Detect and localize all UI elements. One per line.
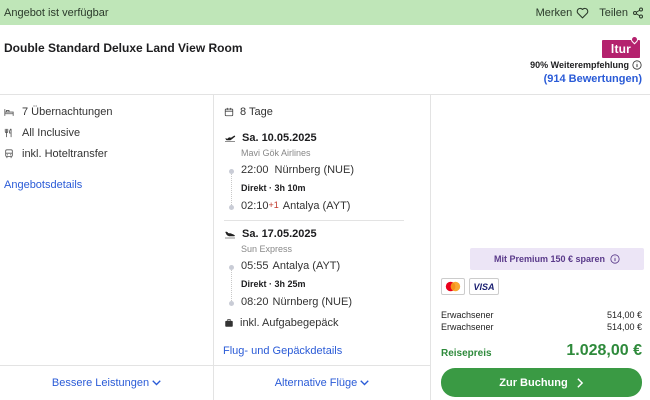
chevron-down-icon — [152, 380, 161, 386]
book-label: Zur Buchung — [499, 376, 568, 389]
save-button[interactable]: Merken — [536, 7, 590, 19]
outbound-arrive-place: Antalya (AYT) — [282, 200, 351, 212]
outbound-arrival: 02:10+1 Antalya (AYT) — [241, 200, 350, 212]
brand-logo: ltur — [602, 34, 640, 58]
inbound-depart-time: 05:55 — [241, 260, 269, 272]
payment-methods: VISA — [441, 278, 499, 295]
save-label: Merken — [535, 6, 573, 19]
passenger-label: Erwachsener — [441, 322, 494, 332]
passenger-price-row: Erwachsener 514,00 € — [441, 310, 642, 320]
flight-details-link[interactable]: Flug- und Gepäckdetails — [223, 345, 342, 357]
offer-header: Double Standard Deluxe Land View Room lt… — [0, 25, 650, 95]
timeline-dot — [229, 169, 234, 174]
outbound-departure: 22:00 Nürnberg (NUE) — [241, 164, 354, 176]
outbound-airline: Mavi Gök Airlines — [241, 148, 311, 158]
timeline-dot — [229, 301, 234, 306]
inbound-date: Sa. 17.05.2025 — [242, 228, 317, 240]
better-services-label: Bessere Leistungen — [51, 377, 150, 389]
outbound-direct: Direkt · 3h 10m — [241, 183, 306, 193]
feature-nights: 7 Übernachtungen — [4, 106, 113, 118]
total-label: Reisepreis — [441, 348, 492, 359]
bus-icon — [5, 149, 13, 159]
flight-info: 8 Tage Sa. 10.05.2025 Mavi Gök Airlines … — [214, 95, 431, 365]
luggage-info: inkl. Aufgabegepäck — [224, 317, 338, 329]
inbound-timeline — [231, 267, 232, 303]
feature-label: inkl. Hoteltransfer — [22, 148, 108, 160]
passenger-price: 514,00 € — [606, 310, 642, 320]
bed-icon — [4, 108, 14, 116]
total-price: 1.028,00 € — [566, 342, 642, 359]
inbound-arrive-time: 08:20 — [241, 296, 269, 308]
inbound-direct: Direkt · 3h 25m — [241, 279, 306, 289]
feature-label: All Inclusive — [22, 127, 81, 139]
passenger-label: Erwachsener — [441, 310, 494, 320]
calendar-icon — [224, 107, 234, 117]
share-icon — [633, 7, 643, 18]
recommendation-rate: 90% Weiterempfehlung — [530, 60, 642, 70]
mastercard-icon — [441, 278, 465, 295]
inbound-departure: 05:55 Antalya (AYT) — [241, 260, 340, 272]
outbound-date: Sa. 10.05.2025 — [242, 132, 317, 144]
inbound-depart-place: Antalya (AYT) — [272, 260, 341, 272]
timeline-dot — [229, 205, 234, 210]
inbound-airline: Sun Express — [241, 244, 293, 254]
visa-icon: VISA — [469, 278, 499, 295]
outbound-depart-place: Nürnberg (NUE) — [274, 164, 354, 176]
outbound-depart-time: 22:00 — [241, 164, 269, 176]
heart-icon — [576, 7, 589, 18]
passenger-price: 514,00 € — [606, 322, 642, 332]
luggage-text: inkl. Aufgabegepäck — [240, 317, 339, 329]
share-label: Teilen — [599, 6, 628, 19]
better-services-button[interactable]: Bessere Leistungen — [0, 365, 214, 400]
plane-departure-icon — [224, 135, 236, 142]
availability-text: Angebot ist verfügbar — [4, 6, 109, 19]
chevron-right-icon — [577, 377, 583, 388]
share-button[interactable]: Teilen — [599, 7, 644, 19]
suitcase-icon — [225, 319, 233, 327]
offer-actions: Merken Teilen — [536, 7, 644, 19]
plane-arrival-icon — [225, 231, 235, 239]
offer-details-link[interactable]: Angebotsdetails — [4, 179, 82, 191]
feature-transfer: inkl. Hoteltransfer — [4, 148, 108, 160]
cutlery-icon — [4, 128, 12, 138]
inbound-arrival: 08:20 Nürnberg (NUE) — [241, 296, 352, 308]
timeline-dot — [229, 265, 234, 270]
duration-text: 8 Tage — [240, 106, 273, 118]
room-title: Double Standard Deluxe Land View Room — [4, 41, 243, 55]
info-icon[interactable] — [632, 60, 642, 70]
reviews-link[interactable]: (914 Bewertungen) — [544, 73, 642, 85]
price-panel: Mit Premium 150 € sparen VISA Erwachsene… — [431, 95, 650, 400]
recommendation-text: 90% Weiterempfehlung — [530, 60, 629, 70]
trip-duration: 8 Tage — [224, 106, 273, 118]
alternative-flights-button[interactable]: Alternative Flüge — [214, 365, 431, 400]
availability-bar: Angebot ist verfügbar Merken Teilen — [0, 0, 650, 25]
day-offset: +1 — [268, 200, 279, 210]
info-icon — [610, 254, 620, 264]
outbound-date-row: Sa. 10.05.2025 — [224, 132, 317, 144]
flight-divider — [224, 220, 404, 221]
alternative-flights-label: Alternative Flüge — [274, 377, 358, 389]
premium-savings-button[interactable]: Mit Premium 150 € sparen — [470, 248, 644, 270]
feature-label: 7 Übernachtungen — [22, 106, 113, 118]
inbound-date-row: Sa. 17.05.2025 — [224, 228, 317, 240]
brand-name: ltur — [610, 42, 632, 56]
passenger-price-row: Erwachsener 514,00 € — [441, 322, 642, 332]
outbound-timeline — [231, 171, 232, 207]
outbound-arrive-time: 02:10+1 — [241, 200, 279, 212]
premium-text: Mit Premium 150 € sparen — [493, 254, 606, 264]
feature-board: All Inclusive — [4, 127, 80, 139]
chevron-down-icon — [360, 380, 369, 386]
offer-features: 7 Übernachtungen All Inclusive inkl. Hot… — [0, 95, 214, 365]
inbound-arrive-place: Nürnberg (NUE) — [272, 296, 352, 308]
book-button[interactable]: Zur Buchung — [441, 368, 642, 397]
